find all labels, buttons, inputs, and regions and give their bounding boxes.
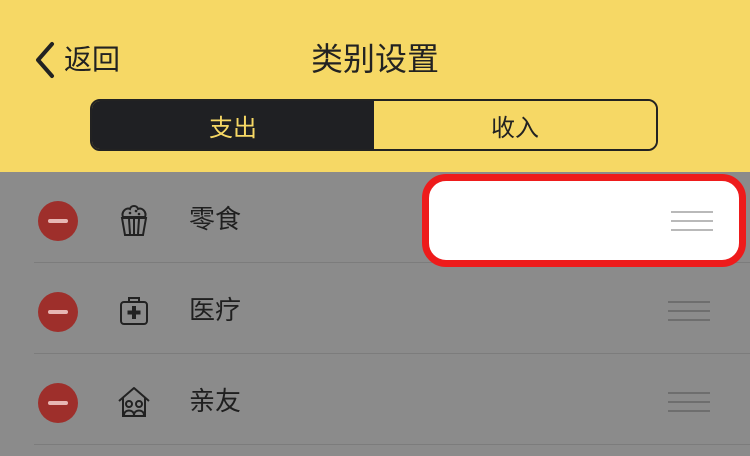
category-label: 零食 — [189, 205, 242, 235]
drag-handle[interactable] — [671, 210, 713, 232]
list-item: 亲友 — [0, 354, 750, 445]
header-bar: 返回 类别设置 支出 收入 — [0, 0, 750, 172]
tab-income[interactable]: 收入 — [374, 101, 656, 149]
medical-kit-icon — [120, 297, 148, 325]
drag-handle[interactable] — [668, 391, 710, 413]
drag-handle[interactable] — [668, 300, 710, 322]
cupcake-icon — [120, 205, 148, 236]
highlighted-drag-handle-area — [422, 174, 746, 267]
page-title: 类别设置 — [310, 40, 439, 78]
divider — [34, 444, 750, 445]
category-label: 亲友 — [189, 387, 242, 417]
house-people-icon — [118, 387, 150, 417]
delete-button[interactable] — [38, 201, 78, 241]
list-item: 医疗 — [0, 263, 750, 354]
delete-button[interactable] — [38, 383, 78, 423]
delete-button[interactable] — [38, 292, 78, 332]
tab-expense[interactable]: 支出 — [92, 101, 374, 149]
segmented-control: 支出 收入 — [90, 99, 658, 151]
category-label: 医疗 — [189, 296, 242, 326]
